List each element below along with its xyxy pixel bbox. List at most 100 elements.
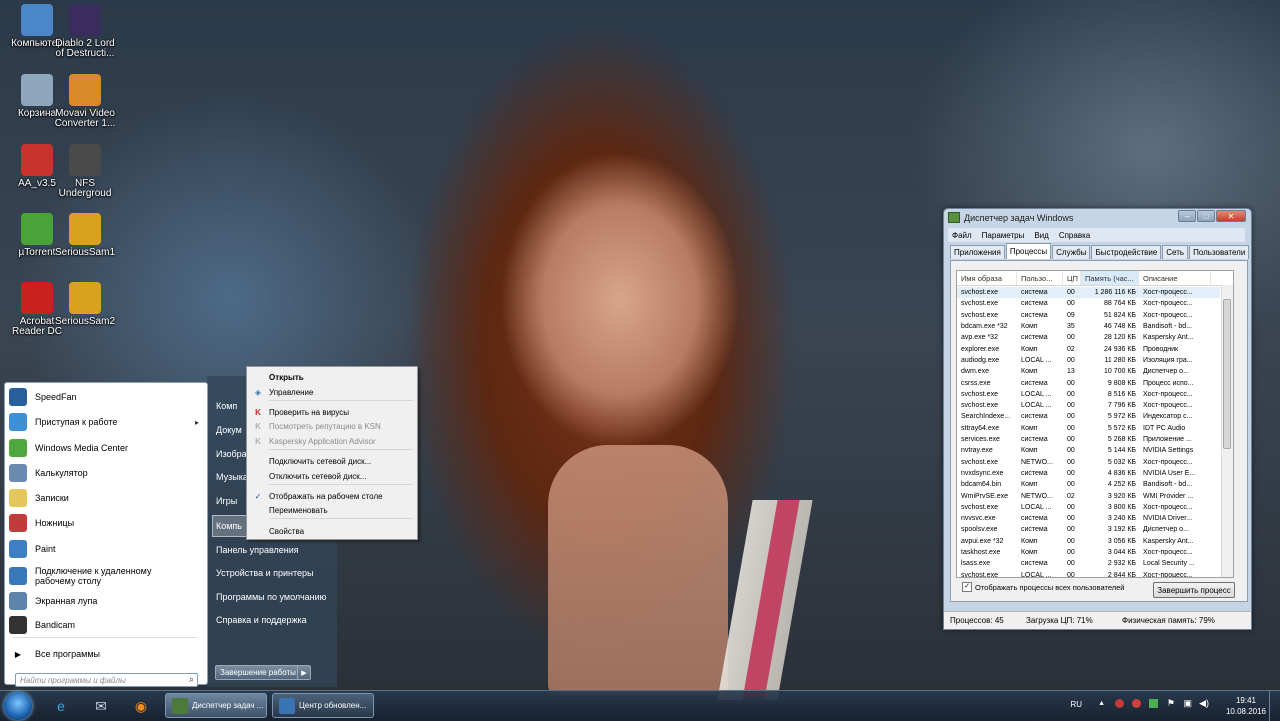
taskbar-task-button[interactable]: Диспетчер задач ... — [165, 693, 267, 718]
context-menu-item[interactable]: Свойства — [249, 524, 415, 538]
desktop-icon[interactable]: Diablo 2 Lord of Destructi... — [52, 4, 118, 59]
table-row[interactable]: svchost.exe LOCAL ... 00 3 800 КБ Хост-проце… — [957, 502, 1220, 513]
start-program-item[interactable]: Windows Media Center — [9, 437, 203, 459]
context-menu-item[interactable]: Подключить сетевой диск... — [249, 454, 415, 468]
table-row[interactable]: svchost.exe NETWO... 00 5 032 КБ Хост-процес… — [957, 457, 1220, 468]
vertical-scrollbar[interactable] — [1221, 285, 1233, 577]
column-header[interactable]: Описание — [1139, 271, 1211, 285]
start-program-item[interactable]: Подключение к удаленному рабочему столу — [9, 563, 203, 589]
table-row[interactable]: lsass.exe система 00 2 932 КБ Local Security… — [957, 558, 1220, 569]
tab-item[interactable]: Службы — [1052, 245, 1091, 259]
scrollbar-thumb[interactable] — [1223, 299, 1231, 449]
internet-explorer-icon[interactable]: e — [44, 694, 78, 718]
kaspersky-tray-icon[interactable] — [1115, 699, 1124, 708]
clock[interactable]: 19:41 10.08.2016 — [1226, 695, 1266, 717]
context-menu-item[interactable]: Переименовать — [249, 503, 415, 517]
show-all-users-checkbox[interactable]: ✓ Отображать процессы всех пользователей — [962, 582, 1125, 592]
table-row[interactable]: spoolsv.exe система 00 3 192 КБ Диспетчер о.… — [957, 524, 1220, 535]
language-indicator[interactable]: RU — [1070, 700, 1082, 709]
table-row[interactable]: nvxdsync.exe система 00 4 836 КБ NVIDIA User… — [957, 468, 1220, 479]
desktop-icon[interactable]: Movavi Video Converter 1... — [52, 74, 118, 129]
table-row[interactable]: nvvsvc.exe система 00 3 240 КБ NVIDIA Driver… — [957, 513, 1220, 524]
table-row[interactable]: svchost.exe LOCAL ... 00 7 796 КБ Хост-проце… — [957, 400, 1220, 411]
start-program-item[interactable]: Калькулятор — [9, 462, 203, 484]
menu-item[interactable]: Параметры — [982, 231, 1025, 240]
start-program-item[interactable]: Экранная лупа — [9, 590, 203, 612]
show-desktop-button[interactable] — [1269, 691, 1280, 721]
context-menu-item[interactable]: ◈ Управление — [249, 385, 415, 399]
tab-item[interactable]: Приложения — [950, 245, 1005, 259]
table-row[interactable]: WmiPrvSE.exe NETWO... 02 3 920 КБ WMI Provid… — [957, 490, 1220, 501]
table-row[interactable]: bdcam64.bin Комп 00 4 252 КБ Bandisoft - bd.… — [957, 479, 1220, 490]
nvidia-tray-icon[interactable] — [1149, 699, 1158, 708]
start-right-item[interactable]: Докум — [216, 420, 242, 440]
table-row[interactable]: svchost.exe LOCAL ... 00 2 844 КБ Хост-проце… — [957, 570, 1220, 577]
start-right-item[interactable]: Панель управления — [216, 540, 299, 560]
context-menu-item[interactable]: K Проверить на вирусы — [249, 405, 415, 419]
context-menu-item[interactable]: Отключить сетевой диск... — [249, 469, 415, 483]
column-header[interactable]: Имя образа — [957, 271, 1017, 285]
close-button[interactable]: ✕ — [1216, 210, 1246, 222]
end-process-button[interactable]: Завершить процесс — [1153, 582, 1235, 598]
start-right-item[interactable]: Устройства и принтеры — [216, 563, 314, 583]
table-row[interactable]: dwm.exe Комп 13 10 700 КБ Диспетчер о... — [957, 366, 1220, 377]
network-icon[interactable]: ▣ — [1183, 698, 1192, 709]
start-button[interactable] — [4, 692, 32, 720]
menu-item[interactable]: Вид — [1034, 231, 1048, 240]
start-right-item[interactable]: Музыка — [216, 467, 248, 487]
context-menu-item[interactable]: K Kaspersky Application Advisor — [249, 434, 415, 448]
table-row[interactable]: audiodg.exe LOCAL ... 00 11 280 КБ Изоляция … — [957, 355, 1220, 366]
start-program-item[interactable]: Paint — [9, 538, 203, 560]
desktop-icon[interactable]: NFS Undergroud — [52, 144, 118, 199]
column-header[interactable]: Пользо... — [1017, 271, 1063, 285]
table-row[interactable]: bdcam.exe *32 Комп 35 46 748 КБ Bandisoft - … — [957, 321, 1220, 332]
start-right-item[interactable]: Справка и поддержка — [216, 610, 307, 630]
taskbar-task-button[interactable]: Центр обновлен... — [272, 693, 374, 718]
start-program-item[interactable]: Ножницы — [9, 512, 203, 534]
tab-item[interactable]: Процессы — [1005, 243, 1052, 259]
column-header[interactable]: Память (час... — [1081, 271, 1139, 285]
desktop-icon[interactable]: SeriousSam2 — [52, 282, 118, 327]
start-program-item[interactable]: Bandicam — [9, 614, 203, 636]
start-search-input[interactable]: Найти программы и файлы ⌕ — [15, 673, 198, 687]
start-program-item[interactable]: SpeedFan — [9, 386, 203, 408]
table-row[interactable]: avpui.exe *32 Комп 00 3 056 КБ Kaspersky Ant… — [957, 536, 1220, 547]
bandicam-tray-icon[interactable] — [1132, 699, 1141, 708]
process-list[interactable]: Имя образа Пользо... ЦП Память (час... Описа… — [956, 270, 1234, 578]
minimize-button[interactable]: – — [1178, 210, 1196, 222]
volume-icon[interactable]: ◀) — [1199, 698, 1209, 709]
column-header[interactable]: ЦП — [1063, 271, 1081, 285]
start-program-item[interactable]: Записки — [9, 487, 203, 509]
tab-item[interactable]: Быстродействие — [1091, 245, 1162, 259]
table-row[interactable]: svchost.exe система 00 1 286 116 КБ Хост-про… — [957, 287, 1220, 299]
start-right-item[interactable]: Программы по умолчанию — [216, 587, 326, 607]
table-row[interactable]: sttray64.exe Комп 00 5 572 КБ IDT PC Audio — [957, 423, 1220, 434]
table-row[interactable]: taskhost.exe Комп 00 3 044 КБ Хост-процесс..… — [957, 547, 1220, 558]
table-row[interactable]: nvtray.exe Комп 00 5 144 КБ NVIDIA Settings — [957, 445, 1220, 456]
start-right-item[interactable]: Игры — [216, 491, 237, 511]
menu-item[interactable]: Файл — [952, 231, 972, 240]
context-menu-item[interactable]: ✓ Отображать на рабочем столе — [249, 489, 415, 503]
thunderbird-icon[interactable]: ✉ — [84, 694, 118, 718]
table-row[interactable]: csrss.exe система 00 9 808 КБ Процесс испо..… — [957, 377, 1220, 388]
desktop-icon[interactable]: SeriousSam1 — [52, 213, 118, 258]
shutdown-button[interactable]: Завершение работы — [215, 665, 301, 680]
start-right-item[interactable]: Изобра — [216, 444, 247, 464]
context-menu-item[interactable]: K Посмотреть репутацию в KSN — [249, 419, 415, 433]
all-programs-button[interactable]: ▶ Все программы — [9, 643, 203, 665]
action-center-icon[interactable]: ⚑ — [1167, 698, 1175, 709]
start-right-item[interactable]: Комп — [216, 396, 237, 416]
table-row[interactable]: svchost.exe система 00 88 764 КБ Хост-процес… — [957, 298, 1220, 309]
shutdown-options-button[interactable]: ▶ — [297, 665, 311, 680]
table-row[interactable]: SearchIndexe... система 00 5 972 КБ Индексат… — [957, 411, 1220, 422]
context-menu-item[interactable]: Открыть — [249, 370, 415, 384]
maximize-button[interactable]: □ — [1197, 210, 1215, 222]
table-row[interactable]: svchost.exe система 09 51 824 КБ Хост-процес… — [957, 310, 1220, 321]
tray-expand-icon[interactable]: ▲ — [1098, 700, 1105, 707]
table-row[interactable]: explorer.exe Комп 02 24 936 КБ Проводник — [957, 344, 1220, 355]
table-row[interactable]: avp.exe *32 система 00 28 120 КБ Kaspersky A… — [957, 332, 1220, 343]
checkbox-box[interactable]: ✓ — [962, 582, 972, 592]
firefox-icon[interactable]: ◉ — [124, 694, 158, 718]
menu-item[interactable]: Справка — [1059, 231, 1090, 240]
start-program-item[interactable]: Приступая к работе ▸ — [9, 411, 203, 433]
